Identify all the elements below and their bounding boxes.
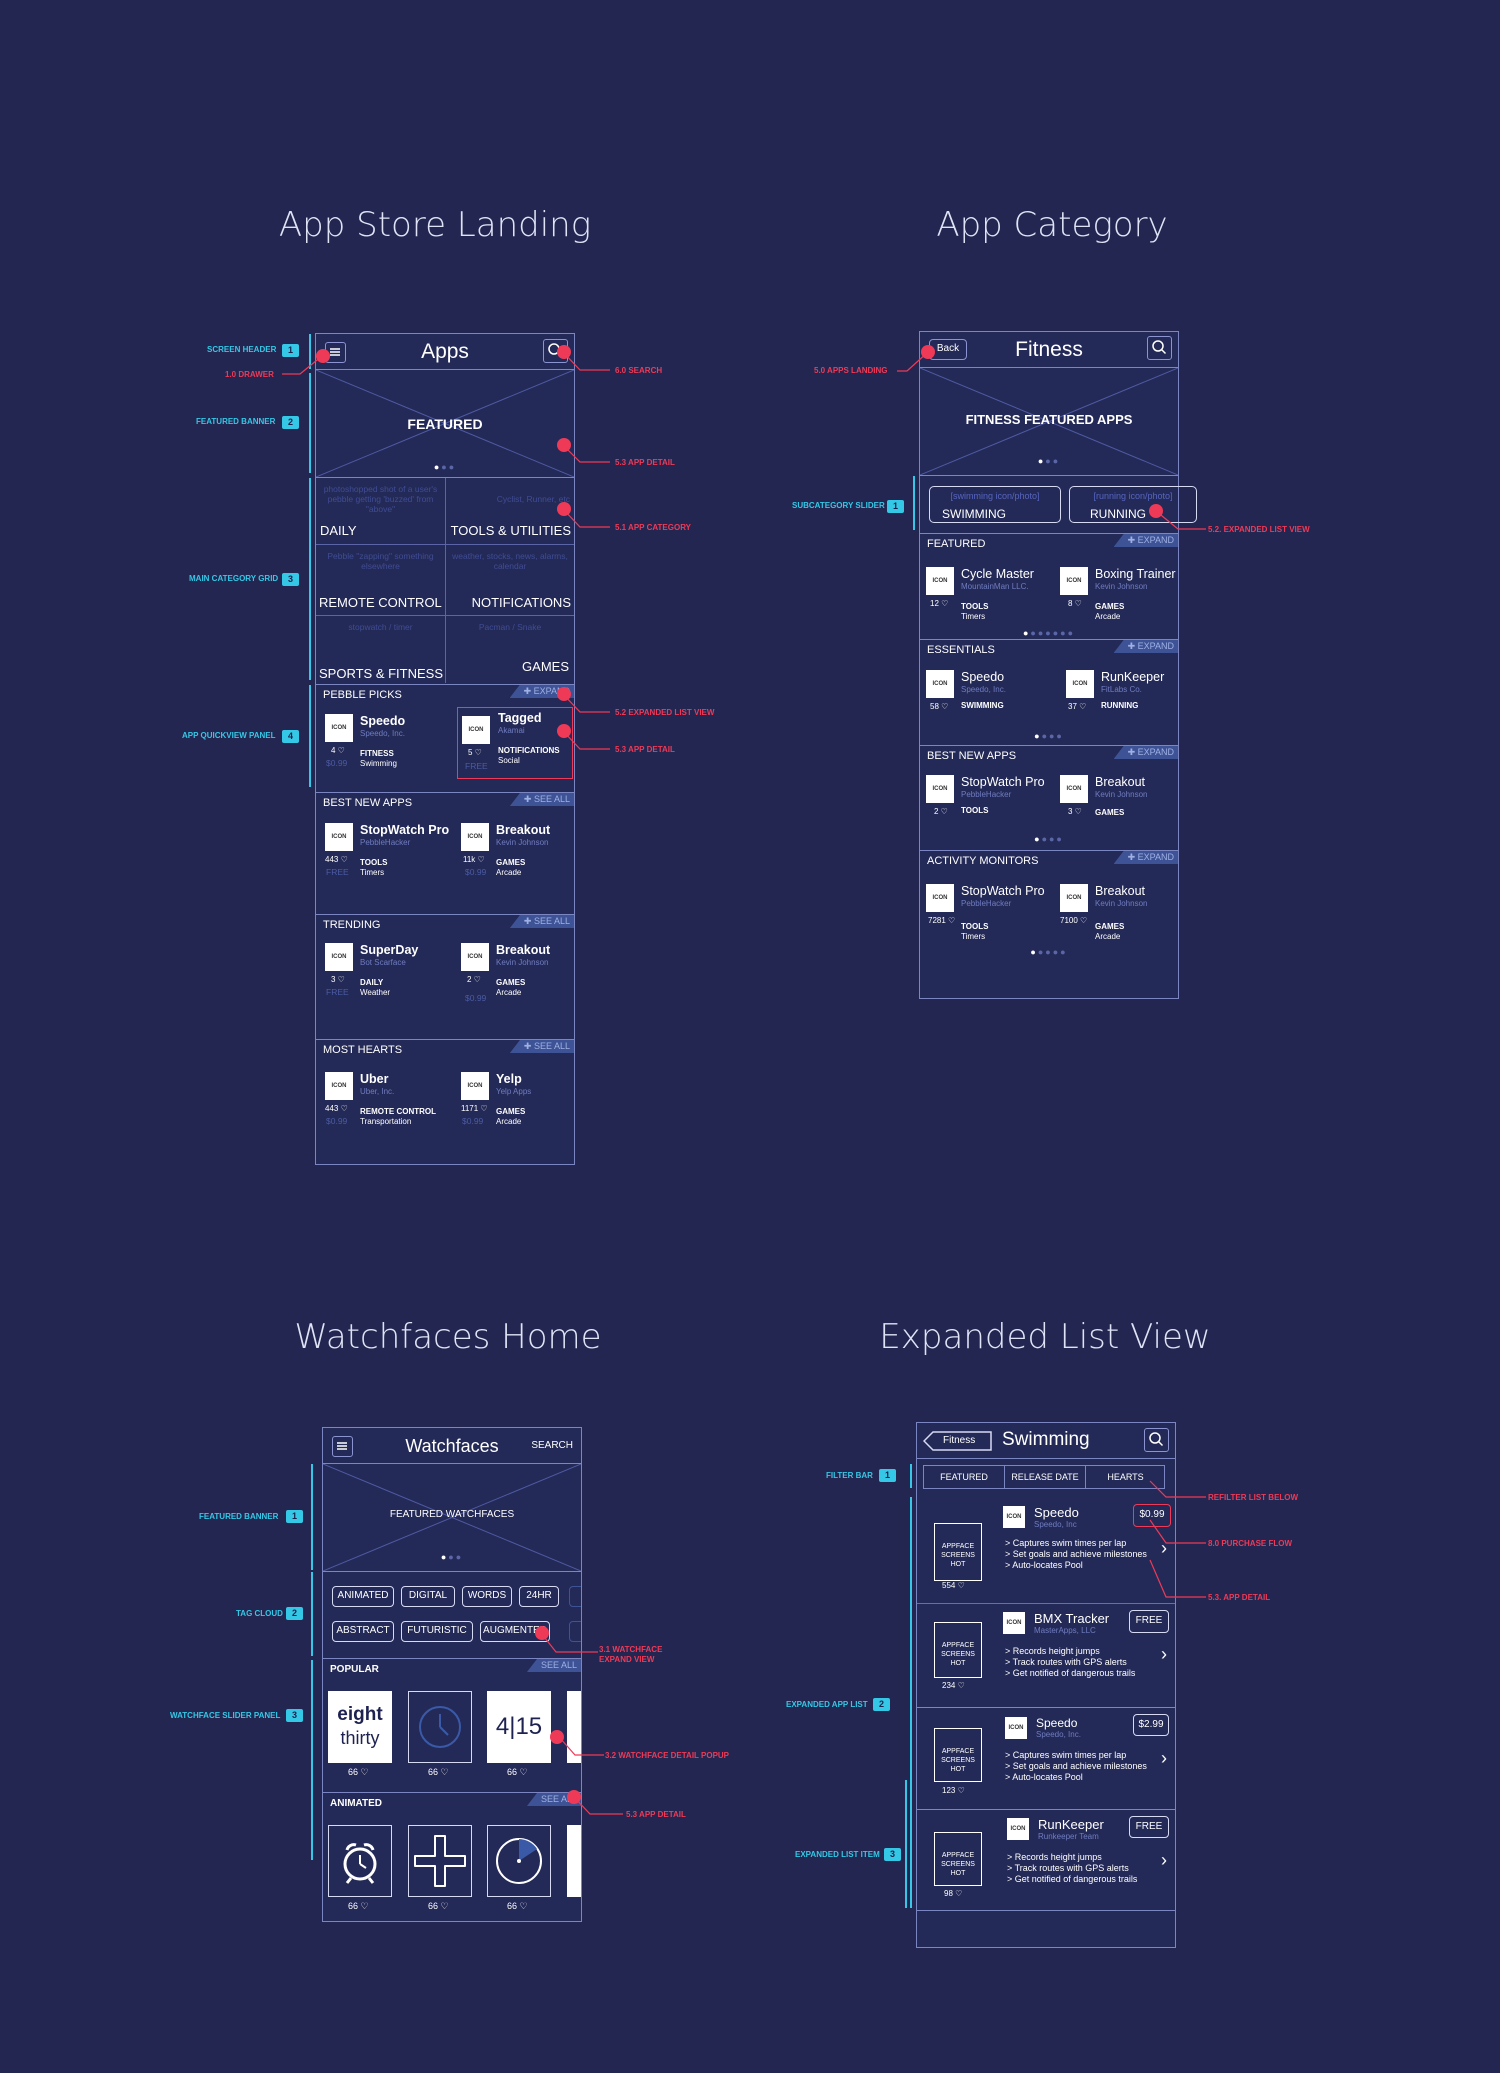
expanded-annotation-lines xyxy=(905,1464,1206,1908)
annotation-expanded-list: EXPANDED APP LIST xyxy=(786,1700,868,1709)
annotation-purchase-flow: 8.0 PURCHASE FLOW xyxy=(1208,1539,1293,1548)
annotation-badge: 3 xyxy=(884,1848,901,1861)
wireframe-board: { "titles": { "landing": "App Store Land… xyxy=(0,0,1500,2073)
annotation-badge: 2 xyxy=(873,1698,890,1711)
annotation-app-detail: 5.3. APP DETAIL xyxy=(1208,1593,1271,1602)
annotation-refilter: REFILTER LIST BELOW xyxy=(1208,1493,1299,1502)
annotation-badge: 1 xyxy=(879,1469,896,1482)
annotation-filter-bar: FILTER BAR xyxy=(826,1471,873,1480)
annotation-list-item: EXPANDED LIST ITEM xyxy=(795,1850,880,1859)
